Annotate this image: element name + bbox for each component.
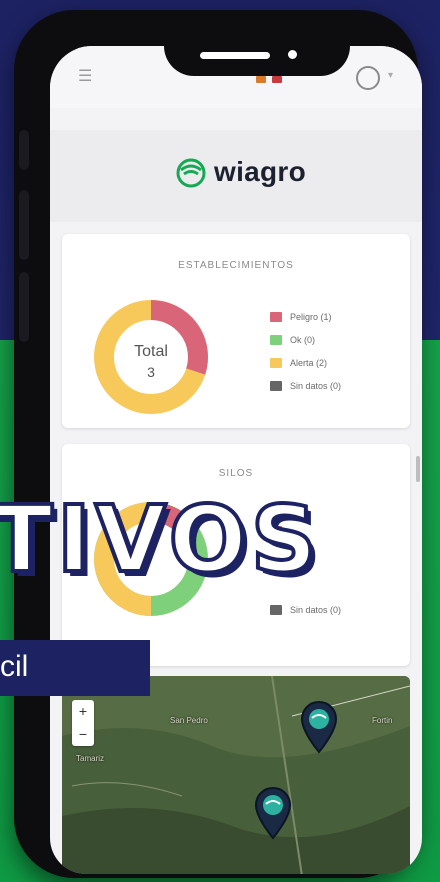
phone-side-button — [19, 272, 29, 342]
flag-icon[interactable] — [256, 76, 266, 83]
card-title: SILOS — [218, 468, 254, 479]
subtitle-text: cil — [0, 650, 29, 683]
legend-swatch — [270, 357, 282, 368]
zoom-out-button[interactable]: − — [72, 723, 94, 746]
legend-swatch — [270, 380, 282, 391]
hamburger-icon[interactable]: ☰ — [78, 66, 92, 86]
legend-swatch — [270, 604, 282, 615]
total-value: 3 — [147, 364, 155, 380]
legend-item-sin-datos[interactable]: Sin datos (0) — [270, 603, 341, 616]
speaker-grille — [200, 52, 270, 59]
card-title: ESTABLECIMIENTOS — [178, 260, 294, 271]
brand-name: wiagro — [214, 156, 307, 187]
phone-side-button — [19, 190, 29, 260]
legend-item-ok[interactable]: Ok (0) — [270, 333, 341, 346]
zoom-in-button[interactable]: + — [72, 700, 94, 723]
phone-frame: ☰ ▾ wiagro ESTABLECIMIENTOS Total 3 Peli… — [14, 10, 422, 878]
establecimientos-legend: Peligro (1) Ok (0) Alerta (2) Sin datos … — [270, 310, 341, 402]
legend-item-sin-datos[interactable]: Sin datos (0) — [270, 379, 341, 392]
legend-item-alerta[interactable]: Alerta (2) — [270, 356, 341, 369]
satellite-map[interactable]: + − San Pedro Tamariz Fortin — [62, 676, 410, 874]
zoom-control: + − — [72, 700, 94, 746]
front-camera — [288, 50, 297, 59]
wiagro-logo-icon — [176, 158, 206, 188]
map-terrain — [62, 676, 410, 874]
phone-side-button — [19, 130, 29, 170]
legend-label: Peligro (1) — [290, 311, 332, 322]
legend-label: Ok (0) — [290, 334, 316, 345]
map-pin-icon[interactable] — [300, 700, 338, 754]
map-pin-icon[interactable] — [254, 786, 292, 840]
chevron-down-icon[interactable]: ▾ — [388, 70, 393, 81]
flag-icon[interactable] — [272, 76, 283, 83]
headline-overlay-text: TIVOS — [0, 486, 322, 593]
legend-swatch — [270, 311, 282, 322]
phone-notch — [164, 18, 350, 76]
legend-label: Sin datos (0) — [290, 604, 342, 615]
map-place-label: Fortin — [372, 716, 393, 725]
legend-label: Sin datos (0) — [290, 380, 342, 391]
app-screen: ☰ ▾ wiagro ESTABLECIMIENTOS Total 3 Peli… — [50, 46, 422, 874]
map-place-label: Tamariz — [76, 754, 105, 763]
establecimientos-card: ESTABLECIMIENTOS Total 3 Peligro (1) Ok … — [62, 234, 410, 428]
map-place-label: San Pedro — [170, 716, 208, 725]
scrollbar[interactable] — [416, 456, 420, 482]
legend-label: Alerta (2) — [290, 357, 328, 368]
legend-swatch — [270, 334, 282, 345]
total-label: Total — [134, 343, 168, 360]
logo-bar: wiagro — [50, 130, 422, 222]
legend-item-peligro[interactable]: Peligro (1) — [270, 310, 341, 323]
subtitle-banner: cil — [0, 640, 150, 696]
user-circle-icon[interactable] — [356, 66, 380, 90]
